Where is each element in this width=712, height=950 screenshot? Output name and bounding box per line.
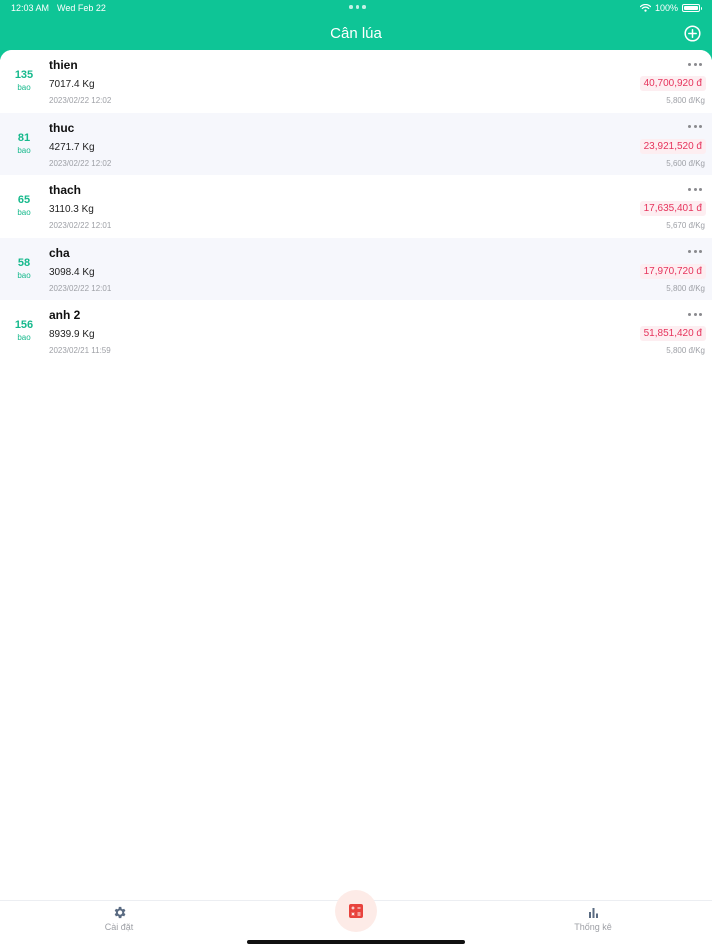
- battery-icon: [682, 4, 702, 12]
- bar-chart-icon: [588, 908, 598, 918]
- more-options-icon[interactable]: [688, 122, 702, 132]
- tab-stats[interactable]: Thống kê: [553, 905, 633, 932]
- item-name: cha: [49, 245, 70, 260]
- gear-icon: [114, 906, 125, 919]
- more-options-icon[interactable]: [688, 184, 702, 194]
- item-date: 2023/02/22 12:01: [49, 283, 112, 293]
- add-button[interactable]: [684, 25, 701, 42]
- item-weight: 8939.9 Kg: [49, 329, 95, 340]
- status-bar: 12:03 AM Wed Feb 22 100%: [0, 0, 712, 17]
- item-total: 40,700,920 đ: [639, 76, 706, 91]
- bag-unit: bao: [17, 83, 31, 92]
- bag-count: 65: [17, 194, 31, 206]
- item-price: 5,800 đ/Kg: [666, 283, 705, 293]
- bag-unit: bao: [17, 333, 31, 342]
- item-total: 23,921,520 đ: [639, 138, 706, 154]
- item-weight: 7017.4 Kg: [49, 79, 95, 90]
- item-date: 2023/02/21 11:59: [49, 346, 111, 355]
- status-date: Wed Feb 22: [57, 3, 106, 13]
- item-name: thuc: [49, 120, 75, 135]
- list-item[interactable]: 156 bao anh 2 8939.9 Kg 2023/02/21 11:59…: [0, 300, 712, 363]
- bag-count: 58: [17, 256, 31, 269]
- item-date: 2023/02/22 12:02: [49, 96, 112, 105]
- list-item[interactable]: 58 bao cha 3098.4 Kg 2023/02/22 12:01 17…: [0, 237, 712, 300]
- bag-unit: bao: [17, 208, 31, 217]
- bag-count: 135: [14, 69, 34, 81]
- app: 12:03 AM Wed Feb 22 100% Cân lúa 135 bao…: [0, 0, 712, 950]
- wifi-icon: [639, 4, 651, 12]
- more-options-icon[interactable]: [688, 59, 702, 69]
- battery-fill: [684, 6, 698, 10]
- list-item[interactable]: 81 bao thuc 4271.7 Kg 2023/02/22 12:02 2…: [0, 112, 712, 175]
- multitasking-dots-icon[interactable]: [349, 5, 366, 9]
- item-total: 17,635,401 đ: [639, 201, 706, 216]
- plus-circle-icon: [684, 25, 701, 42]
- page-title: Cân lúa: [330, 25, 382, 42]
- item-price: 5,800 đ/Kg: [666, 96, 705, 105]
- item-total: 51,851,420 đ: [639, 326, 706, 341]
- item-date: 2023/02/22 12:01: [49, 221, 112, 230]
- tab-settings[interactable]: Cài đặt: [79, 905, 159, 932]
- calculator-button[interactable]: [335, 890, 377, 932]
- list-item[interactable]: 65 bao thach 3110.3 Kg 2023/02/22 12:01 …: [0, 175, 712, 238]
- record-list: 135 bao thien 7017.4 Kg 2023/02/22 12:02…: [0, 50, 712, 363]
- tab-stats-label: Thống kê: [574, 922, 612, 932]
- list-item[interactable]: 135 bao thien 7017.4 Kg 2023/02/22 12:02…: [0, 50, 712, 113]
- bag-count: 156: [14, 319, 34, 331]
- bag-unit: bao: [17, 270, 31, 280]
- bag-unit: bao: [17, 145, 31, 155]
- item-weight: 3098.4 Kg: [49, 266, 95, 278]
- item-price: 5,600 đ/Kg: [666, 158, 705, 168]
- item-weight: 3110.3 Kg: [49, 204, 94, 215]
- more-options-icon[interactable]: [688, 309, 702, 319]
- item-name: thien: [49, 58, 78, 72]
- item-price: 5,800 đ/Kg: [666, 346, 705, 355]
- bag-count: 81: [17, 131, 31, 144]
- item-weight: 4271.7 Kg: [49, 141, 95, 153]
- status-right: 100%: [639, 3, 702, 13]
- battery-percent: 100%: [654, 3, 678, 13]
- more-options-icon[interactable]: [688, 247, 702, 257]
- item-date: 2023/02/22 12:02: [49, 158, 112, 168]
- item-price: 5,670 đ/Kg: [666, 221, 705, 230]
- status-time: 12:03 AM: [11, 3, 50, 13]
- item-name: anh 2: [49, 308, 81, 322]
- calculator-icon: [349, 904, 363, 918]
- tab-settings-label: Cài đặt: [104, 922, 134, 932]
- home-indicator[interactable]: [247, 940, 465, 944]
- item-name: thach: [49, 183, 82, 197]
- item-total: 17,970,720 đ: [639, 263, 706, 279]
